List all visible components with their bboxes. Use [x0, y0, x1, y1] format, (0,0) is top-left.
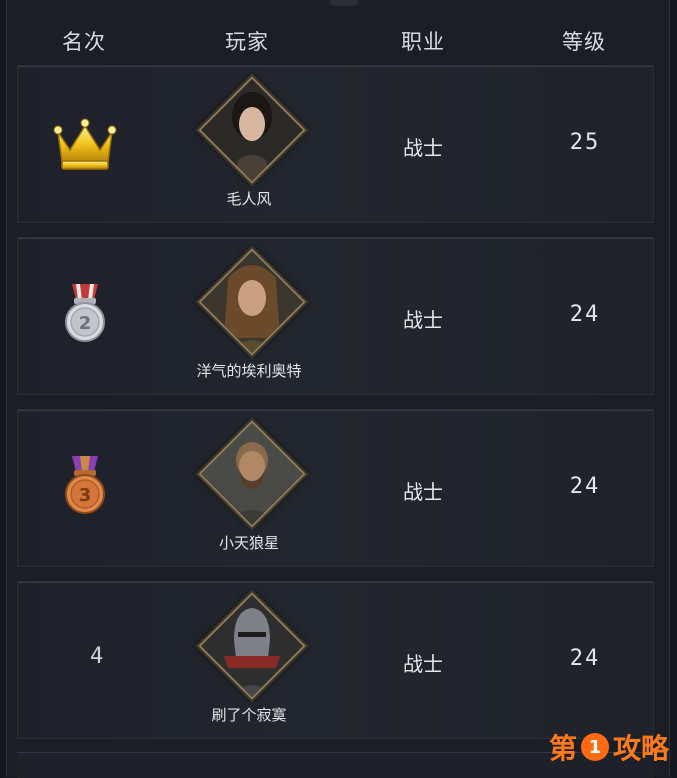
player-level: 24	[570, 646, 601, 671]
header-level: 等级	[562, 26, 606, 56]
gold-crown-icon	[50, 106, 120, 176]
player-avatar[interactable]	[198, 248, 305, 355]
header-job: 职业	[401, 26, 445, 56]
player-avatar[interactable]	[198, 76, 305, 183]
player-level: 24	[570, 302, 601, 327]
header-rank: 名次	[62, 26, 106, 56]
leaderboard-row-2[interactable]: 2 洋气的埃利奥特 战士 24	[17, 237, 654, 395]
player-avatar[interactable]	[198, 592, 305, 699]
player-job: 战士	[403, 648, 443, 677]
rank-number-2: 2	[79, 313, 92, 334]
watermark-right: 攻略	[613, 727, 669, 767]
silver-medal-icon: 2	[50, 278, 120, 348]
player-level: 25	[570, 130, 601, 155]
player-name: 刷了个寂寞	[211, 704, 286, 725]
rank-number-3: 3	[79, 485, 92, 506]
leaderboard-row-1[interactable]: 毛人风 战士 25	[17, 65, 654, 223]
player-job: 战士	[403, 304, 443, 333]
female-warrior-portrait	[198, 76, 305, 183]
long-hair-warrior-portrait	[198, 248, 305, 355]
leaderboard-header: 名次 玩家 职业 等级	[0, 18, 677, 62]
header-player: 玩家	[225, 26, 269, 56]
player-job: 战士	[403, 132, 443, 161]
bearded-warrior-portrait	[198, 420, 305, 527]
player-avatar[interactable]	[198, 420, 305, 527]
watermark-left: 第	[549, 727, 577, 767]
leaderboard-row-3[interactable]: 3 小天狼星 战士 24	[17, 409, 654, 567]
player-name: 毛人风	[226, 188, 271, 209]
player-name: 小天狼星	[219, 532, 279, 553]
panel-top-notch	[329, 0, 359, 6]
player-level: 24	[570, 474, 601, 499]
helmet-knight-portrait	[198, 592, 305, 699]
site-watermark: 第 1 攻略	[549, 729, 669, 765]
watermark-number: 1	[581, 733, 609, 761]
bronze-medal-icon: 3	[50, 450, 120, 520]
player-name: 洋气的埃利奥特	[196, 360, 301, 381]
leaderboard-row-4[interactable]: 4 刷了个寂寞 战士 24	[17, 581, 654, 739]
player-job: 战士	[403, 476, 443, 505]
